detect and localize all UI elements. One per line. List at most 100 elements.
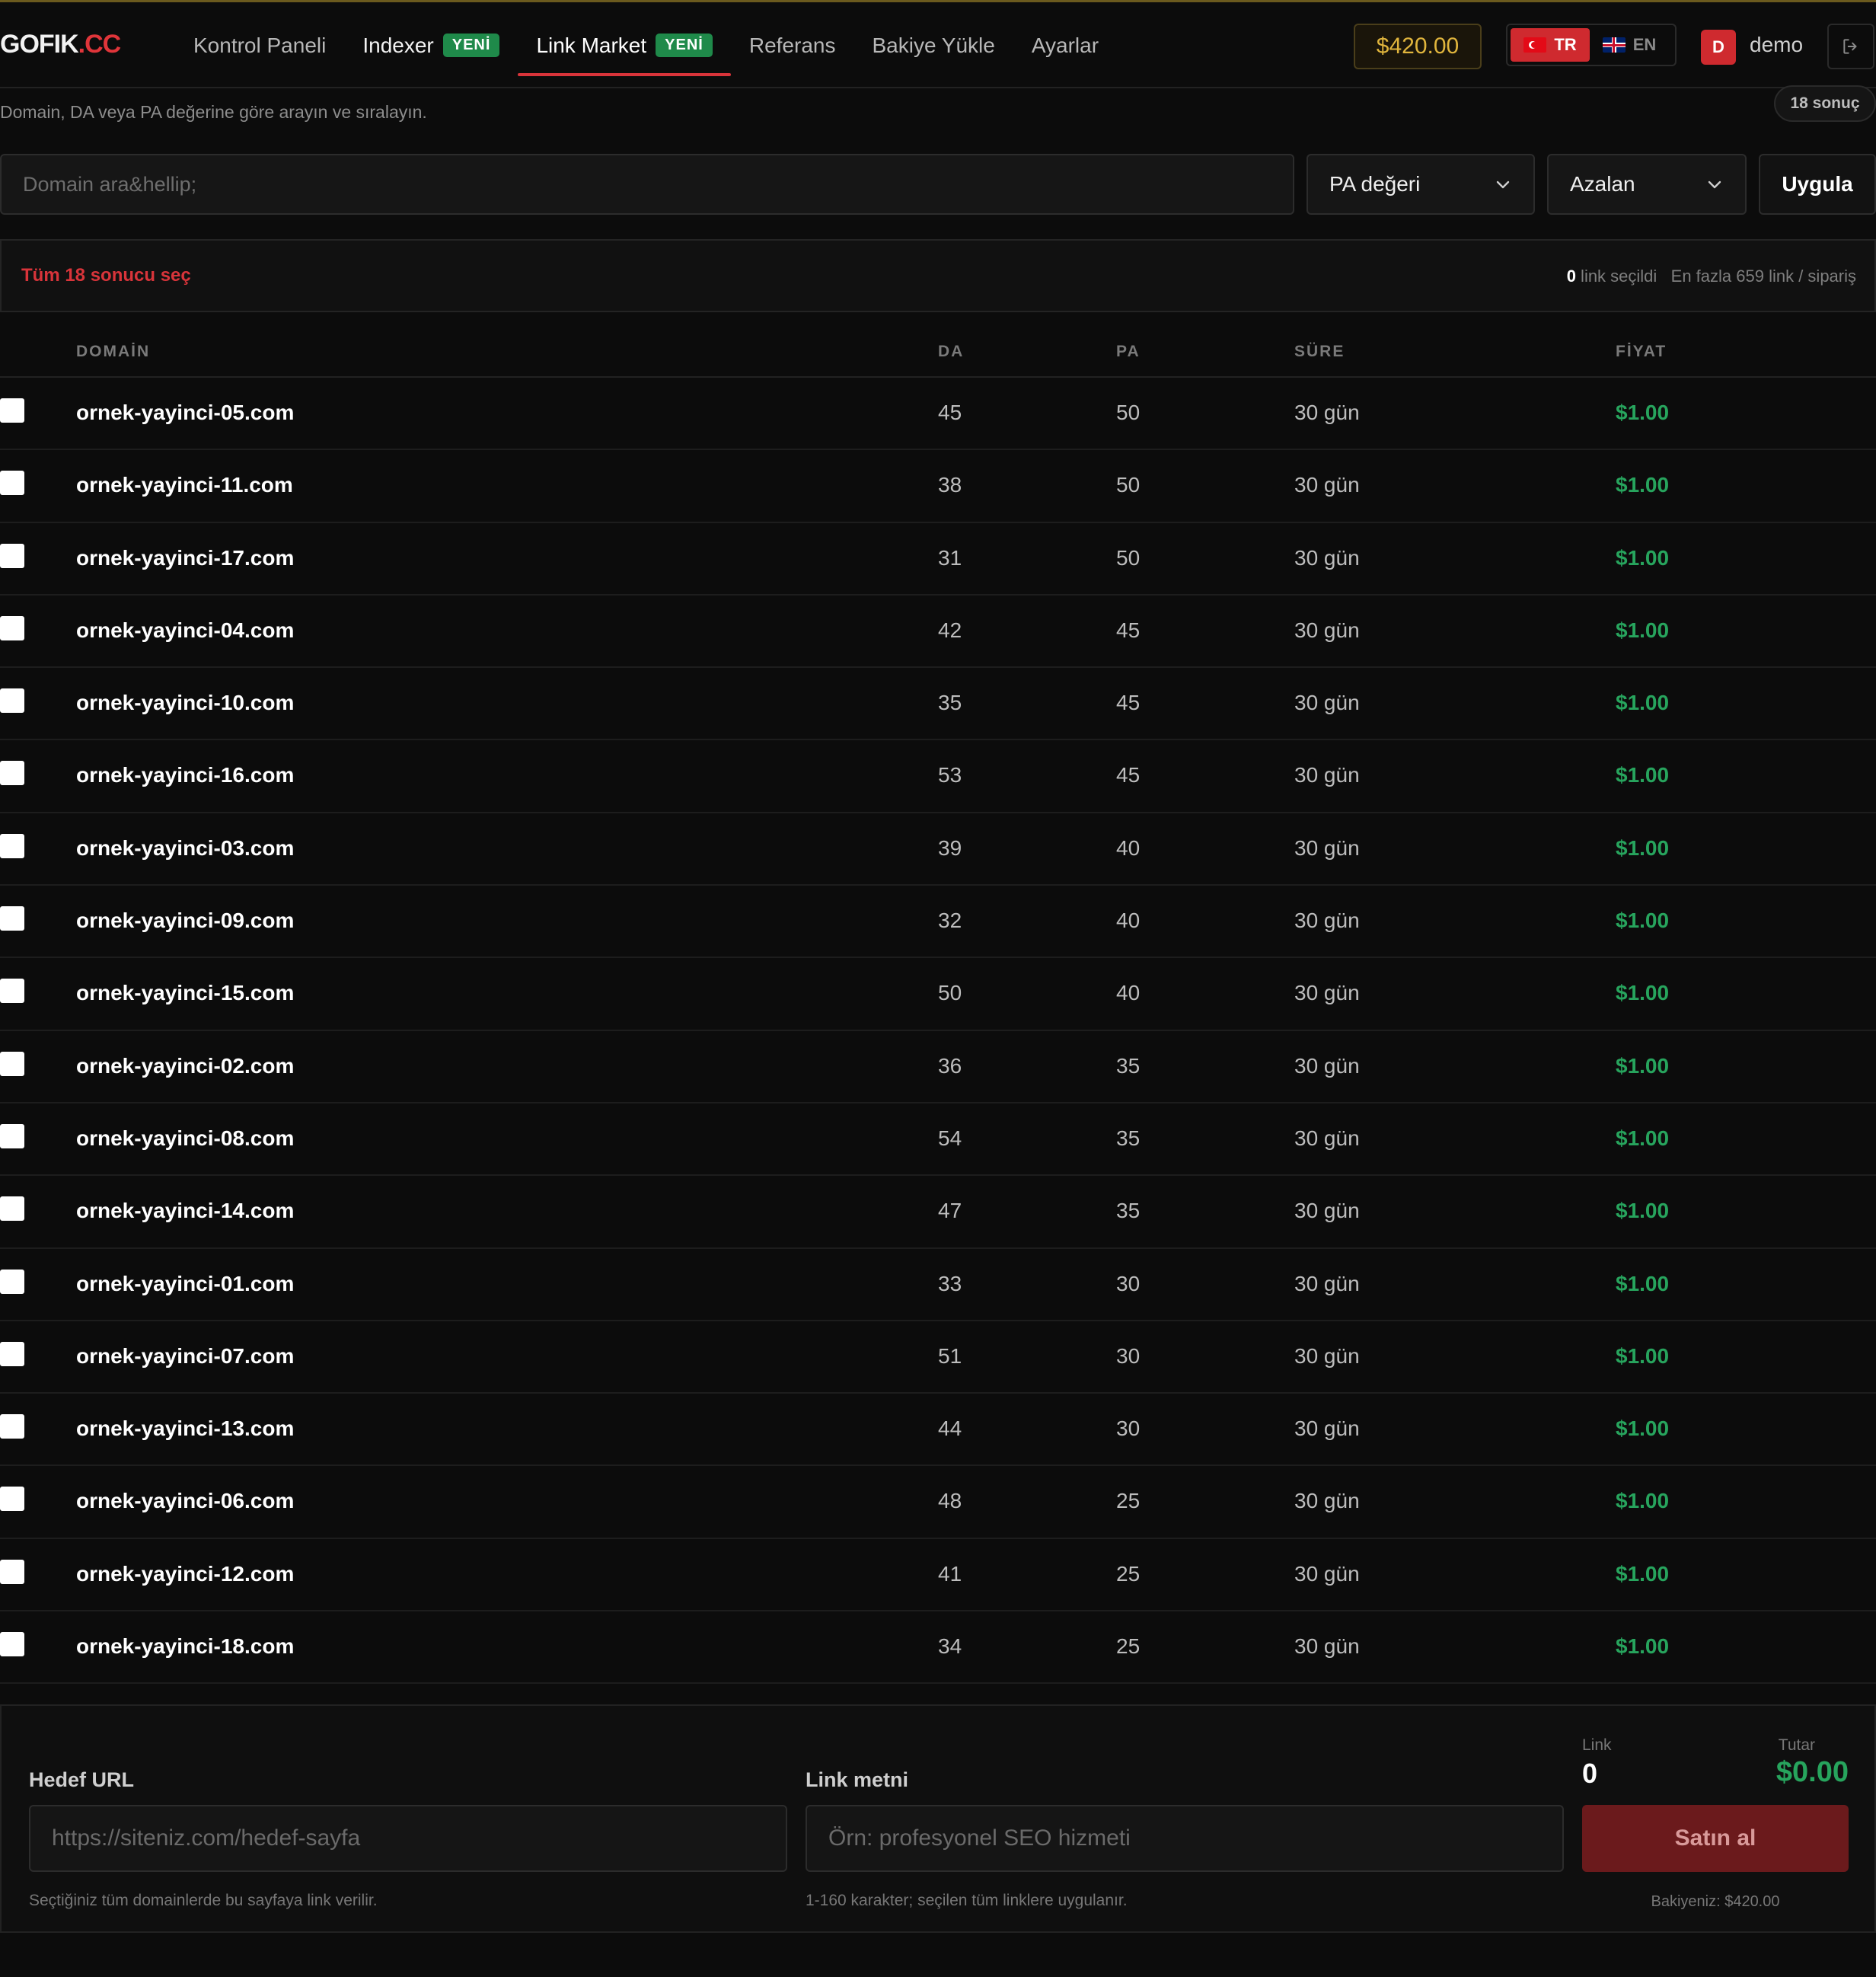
row-price: $1.00 bbox=[1616, 981, 1670, 1005]
total-label: Tutar bbox=[1778, 1736, 1815, 1754]
row-pa: 25 bbox=[1116, 1489, 1141, 1513]
row-da: 31 bbox=[938, 545, 962, 570]
row-da: 35 bbox=[938, 691, 962, 715]
row-da: 51 bbox=[938, 1343, 962, 1368]
table-row[interactable]: ornek-yayinci-18.com 34 25 30 gün $1.00 bbox=[0, 1611, 1876, 1685]
anchor-text-hint: 1-160 karakter; seçilen tüm linklere uyg… bbox=[806, 1892, 1128, 1909]
row-da: 53 bbox=[938, 763, 962, 787]
row-pa: 45 bbox=[1116, 763, 1141, 787]
select-all-link[interactable]: Tüm 18 sonucu seç bbox=[21, 265, 191, 286]
row-checkbox[interactable] bbox=[0, 398, 24, 423]
sort-order-select[interactable]: Azalan bbox=[1547, 154, 1747, 215]
table-row[interactable]: ornek-yayinci-14.com 47 35 30 gün $1.00 bbox=[0, 1176, 1876, 1249]
row-domain: ornek-yayinci-14.com bbox=[76, 1199, 295, 1223]
row-checkbox[interactable] bbox=[0, 906, 24, 931]
row-da: 44 bbox=[938, 1416, 962, 1441]
lang-tr-button[interactable]: TR bbox=[1511, 28, 1590, 62]
col-da: DA bbox=[938, 343, 965, 360]
page-subtitle: Domain, DA veya PA değerine göre arayın … bbox=[0, 102, 427, 122]
row-checkbox[interactable] bbox=[0, 1269, 24, 1294]
chevron-down-icon bbox=[1708, 180, 1721, 189]
table-row[interactable]: ornek-yayinci-17.com 31 50 30 gün $1.00 bbox=[0, 523, 1876, 596]
main-nav: Kontrol Paneli Indexer YENİ Link Market YE… bbox=[175, 2, 1117, 88]
row-sure: 30 gün bbox=[1294, 1561, 1360, 1586]
nav-kontrol-paneli[interactable]: Kontrol Paneli bbox=[175, 2, 344, 88]
table-row[interactable]: ornek-yayinci-16.com 53 45 30 gün $1.00 bbox=[0, 740, 1876, 813]
table-row[interactable]: ornek-yayinci-15.com 50 40 30 gün $1.00 bbox=[0, 958, 1876, 1031]
row-pa: 30 bbox=[1116, 1271, 1141, 1295]
anchor-text-input[interactable] bbox=[806, 1805, 1564, 1872]
row-da: 54 bbox=[938, 1126, 962, 1150]
row-checkbox[interactable] bbox=[0, 1559, 24, 1584]
row-checkbox[interactable] bbox=[0, 1341, 24, 1366]
row-sure: 30 gün bbox=[1294, 545, 1360, 570]
row-checkbox[interactable] bbox=[0, 833, 24, 858]
table-row[interactable]: ornek-yayinci-12.com 41 25 30 gün $1.00 bbox=[0, 1539, 1876, 1612]
logout-icon bbox=[1843, 39, 1857, 54]
row-price: $1.00 bbox=[1616, 1199, 1670, 1223]
row-checkbox[interactable] bbox=[0, 979, 24, 1004]
table-row[interactable]: ornek-yayinci-13.com 44 30 30 gün $1.00 bbox=[0, 1394, 1876, 1467]
domain-search-input[interactable] bbox=[0, 154, 1294, 215]
nav-link-market[interactable]: Link Market YENİ bbox=[518, 2, 732, 88]
brand-logo[interactable]: GOFIK.CC bbox=[0, 30, 121, 59]
logout-button[interactable] bbox=[1827, 24, 1874, 69]
table-row[interactable]: ornek-yayinci-11.com 38 50 30 gün $1.00 bbox=[0, 450, 1876, 523]
row-price: $1.00 bbox=[1616, 835, 1670, 860]
row-checkbox[interactable] bbox=[0, 1487, 24, 1512]
nav-ayarlar[interactable]: Ayarlar bbox=[1013, 2, 1117, 88]
row-pa: 50 bbox=[1116, 473, 1141, 497]
row-sure: 30 gün bbox=[1294, 1271, 1360, 1295]
row-pa: 30 bbox=[1116, 1343, 1141, 1368]
nav-indexer[interactable]: Indexer YENİ bbox=[344, 2, 518, 88]
row-checkbox[interactable] bbox=[0, 1414, 24, 1439]
row-checkbox[interactable] bbox=[0, 1196, 24, 1222]
apply-button[interactable]: Uygula bbox=[1759, 154, 1876, 215]
row-domain: ornek-yayinci-12.com bbox=[76, 1561, 295, 1586]
nav-bakiye-yukle[interactable]: Bakiye Yükle bbox=[853, 2, 1013, 88]
table-row[interactable]: ornek-yayinci-05.com 45 50 30 gün $1.00 bbox=[0, 378, 1876, 451]
row-da: 34 bbox=[938, 1634, 962, 1659]
balance-badge[interactable]: $420.00 bbox=[1354, 24, 1482, 69]
table-row[interactable]: ornek-yayinci-08.com 54 35 30 gün $1.00 bbox=[0, 1103, 1876, 1177]
target-url-input[interactable] bbox=[29, 1805, 787, 1872]
table-row[interactable]: ornek-yayinci-03.com 39 40 30 gün $1.00 bbox=[0, 813, 1876, 886]
table-row[interactable]: ornek-yayinci-04.com 42 45 30 gün $1.00 bbox=[0, 596, 1876, 669]
row-pa: 50 bbox=[1116, 545, 1141, 570]
link-count-label: Link bbox=[1582, 1736, 1612, 1754]
sort-field-select[interactable]: PA değeri bbox=[1306, 154, 1535, 215]
row-sure: 30 gün bbox=[1294, 1053, 1360, 1078]
table-row[interactable]: ornek-yayinci-07.com 51 30 30 gün $1.00 bbox=[0, 1321, 1876, 1394]
row-da: 36 bbox=[938, 1053, 962, 1078]
row-sure: 30 gün bbox=[1294, 473, 1360, 497]
username[interactable]: demo bbox=[1750, 33, 1803, 57]
table-row[interactable]: ornek-yayinci-02.com 36 35 30 gün $1.00 bbox=[0, 1031, 1876, 1103]
row-checkbox[interactable] bbox=[0, 543, 24, 568]
row-checkbox[interactable] bbox=[0, 688, 24, 714]
row-price: $1.00 bbox=[1616, 473, 1670, 497]
nav-referans[interactable]: Referans bbox=[731, 2, 854, 88]
row-domain: ornek-yayinci-13.com bbox=[76, 1416, 295, 1441]
row-checkbox[interactable] bbox=[0, 615, 24, 640]
table-row[interactable]: ornek-yayinci-09.com 32 40 30 gün $1.00 bbox=[0, 886, 1876, 959]
row-checkbox[interactable] bbox=[0, 1051, 24, 1076]
row-checkbox[interactable] bbox=[0, 471, 24, 496]
row-sure: 30 gün bbox=[1294, 1199, 1360, 1223]
row-checkbox[interactable] bbox=[0, 761, 24, 786]
col-sure: SÜRE bbox=[1294, 343, 1345, 360]
link-count: 0 bbox=[1582, 1758, 1598, 1789]
avatar[interactable]: D bbox=[1701, 30, 1736, 65]
lang-en-button[interactable]: EN bbox=[1590, 28, 1669, 62]
row-checkbox[interactable] bbox=[0, 1123, 24, 1148]
table-row[interactable]: ornek-yayinci-01.com 33 30 30 gün $1.00 bbox=[0, 1249, 1876, 1321]
table-row[interactable]: ornek-yayinci-06.com 48 25 30 gün $1.00 bbox=[0, 1466, 1876, 1539]
row-domain: ornek-yayinci-16.com bbox=[76, 763, 295, 787]
table-row[interactable]: ornek-yayinci-10.com 35 45 30 gün $1.00 bbox=[0, 668, 1876, 741]
row-sure: 30 gün bbox=[1294, 835, 1360, 860]
row-da: 32 bbox=[938, 909, 962, 933]
row-pa: 25 bbox=[1116, 1634, 1141, 1659]
row-pa: 35 bbox=[1116, 1199, 1141, 1223]
row-checkbox[interactable] bbox=[0, 1632, 24, 1657]
buy-button[interactable]: Satın al bbox=[1582, 1805, 1849, 1872]
row-da: 41 bbox=[938, 1561, 962, 1586]
